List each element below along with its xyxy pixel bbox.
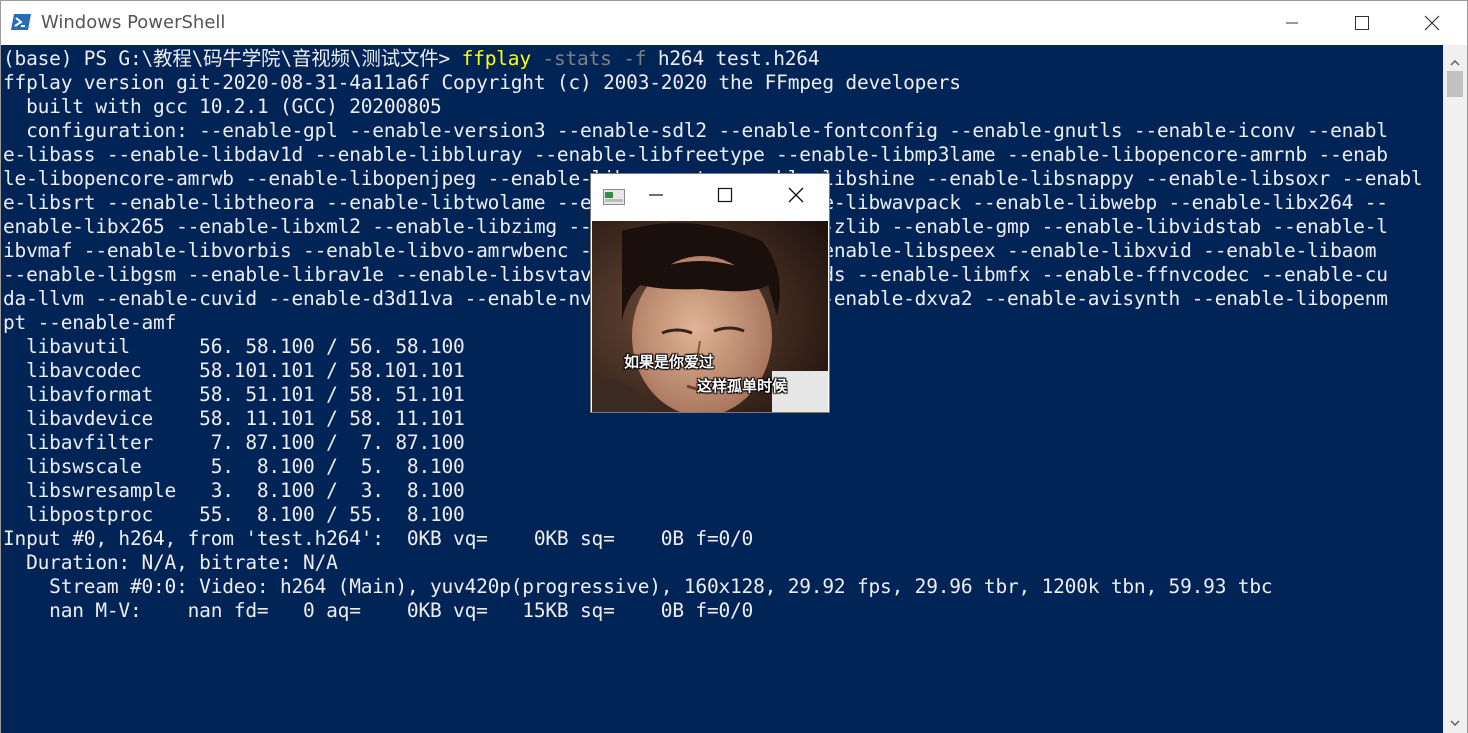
console-line: libswscale 5. 8.100 / 5. 8.100 (3, 455, 465, 478)
console-line: nan M-V: nan fd= 0 aq= 0KB vq= 15KB sq= … (3, 599, 754, 622)
command-name: ffplay (461, 47, 531, 70)
scroll-thumb[interactable] (1447, 71, 1463, 97)
console-line: Input #0, h264, from 'test.h264': 0KB vq… (3, 527, 754, 550)
title-bar[interactable]: Windows PowerShell (1, 1, 1467, 45)
maximize-icon (717, 187, 733, 207)
command-params: -stats -f (530, 47, 647, 70)
minimize-icon (648, 187, 664, 207)
scroll-down-button[interactable] (1443, 709, 1467, 731)
console-line: configuration: --enable-gpl --enable-ver… (3, 119, 1388, 142)
close-icon (788, 187, 804, 207)
console-line: Stream #0:0: Video: h264 (Main), yuv420p… (3, 575, 1273, 598)
console-line: built with gcc 10.2.1 (GCC) 20200805 (3, 95, 442, 118)
ffplay-close-button[interactable] (779, 180, 813, 214)
prompt-path: (base) PS G:\教程\码牛学院\音视频\测试文件> (3, 47, 462, 70)
scroll-up-button[interactable] (1443, 49, 1467, 71)
minimize-button[interactable] (1257, 1, 1327, 45)
vertical-scrollbar[interactable] (1443, 45, 1467, 733)
subtitle-line-2: 这样孤单时候 (697, 377, 788, 395)
ffplay-maximize-button[interactable] (708, 180, 742, 214)
maximize-icon (1354, 15, 1370, 31)
console-line: e-libass --enable-libdav1d --enable-libb… (3, 143, 1388, 166)
subtitle-line-1: 如果是你爱过 (624, 353, 715, 371)
console-line: libavfilter 7. 87.100 / 7. 87.100 (3, 431, 465, 454)
minimize-icon (1284, 15, 1300, 31)
console-line: ffplay version git-2020-08-31-4a11a6f Co… (3, 71, 961, 94)
powershell-icon (11, 13, 31, 31)
ffplay-title-bar[interactable] (591, 174, 829, 220)
maximize-button[interactable] (1327, 1, 1397, 45)
ffplay-window[interactable]: 如果是你爱过 这样孤单时候 (590, 173, 830, 413)
console-line: Duration: N/A, bitrate: N/A (3, 551, 338, 574)
ffplay-app-icon (603, 189, 625, 209)
close-button[interactable] (1397, 1, 1467, 45)
chevron-up-icon (1450, 51, 1460, 70)
window-title: Windows PowerShell (41, 12, 226, 33)
command-args: h264 test.h264 (646, 47, 820, 70)
console-line: libswresample 3. 8.100 / 3. 8.100 (3, 479, 465, 502)
chevron-down-icon (1450, 711, 1460, 730)
video-frame: 如果是你爱过 这样孤单时候 (592, 221, 828, 412)
prompt-line: (base) PS G:\教程\码牛学院\音视频\测试文件> ffplay -s… (3, 47, 1443, 71)
ffplay-minimize-button[interactable] (639, 180, 673, 214)
console-line: libpostproc 55. 8.100 / 55. 8.100 (3, 503, 465, 526)
close-icon (1424, 15, 1440, 31)
